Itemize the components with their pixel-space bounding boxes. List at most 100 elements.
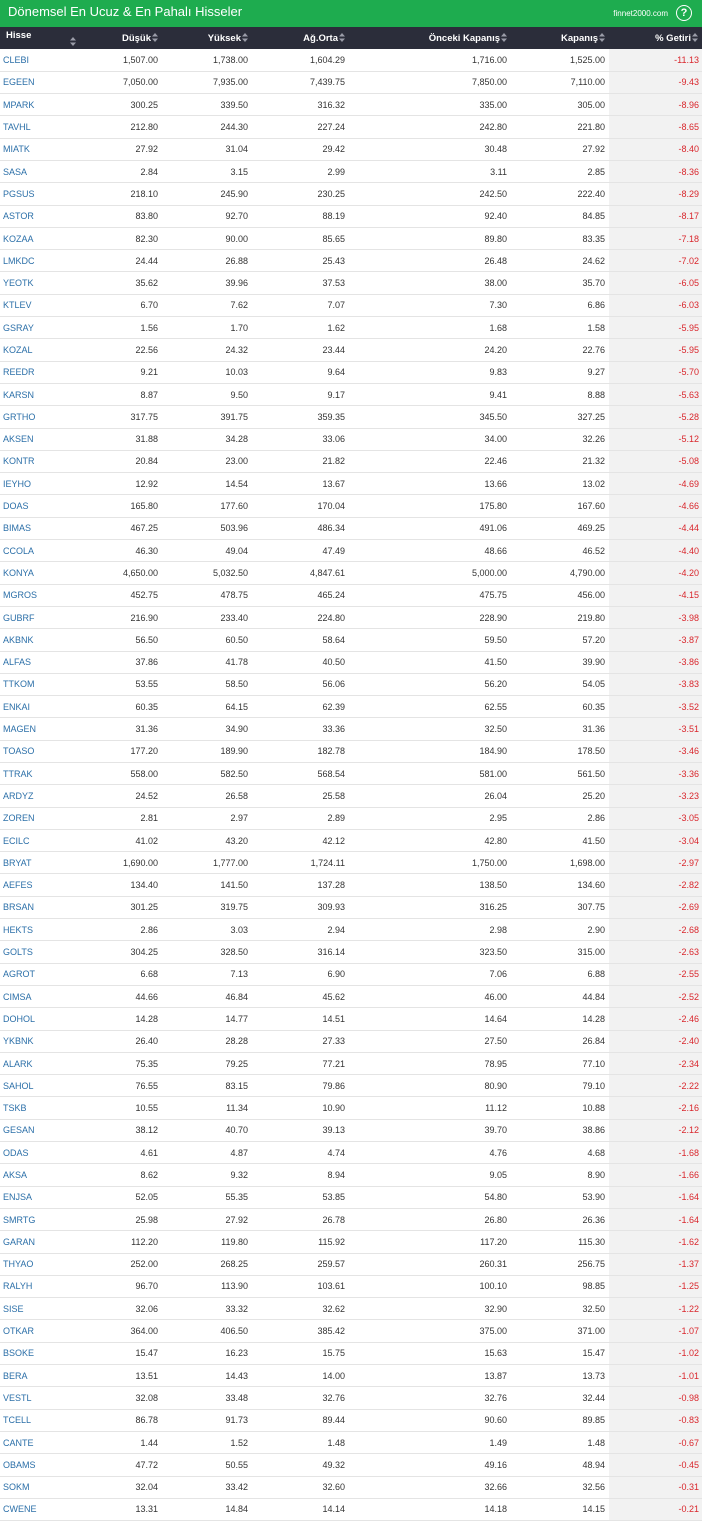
stock-symbol-link[interactable]: TOASO bbox=[0, 740, 82, 764]
value-cell: 300.25 bbox=[82, 93, 162, 117]
stock-symbol-link[interactable]: MGROS bbox=[0, 584, 82, 607]
stock-symbol-link[interactable]: AKSEN bbox=[0, 428, 82, 451]
stock-symbol-link[interactable]: GOLTS bbox=[0, 940, 82, 964]
column-header-1[interactable]: Düşük bbox=[82, 27, 162, 49]
stock-symbol-link[interactable]: BSOKE bbox=[0, 1342, 82, 1366]
stock-symbol-link[interactable]: PGSUS bbox=[0, 182, 82, 206]
stock-symbol-link[interactable]: GARAN bbox=[0, 1230, 82, 1254]
stock-symbol-link[interactable]: ECILC bbox=[0, 829, 82, 853]
stock-symbol-link[interactable]: ZOREN bbox=[0, 807, 82, 830]
stock-symbol-link[interactable]: IEYHO bbox=[0, 472, 82, 496]
stock-symbol-link[interactable]: SASA bbox=[0, 160, 82, 184]
stock-symbol-link[interactable]: ODAS bbox=[0, 1141, 82, 1165]
stock-symbol-link[interactable]: KTLEV bbox=[0, 294, 82, 318]
stock-symbol-link[interactable]: GUBRF bbox=[0, 606, 82, 630]
stock-symbol-link[interactable]: AEFES bbox=[0, 873, 82, 897]
stock-symbol-link[interactable]: ALARK bbox=[0, 1052, 82, 1076]
value-cell: 117.20 bbox=[349, 1230, 511, 1254]
stock-symbol-link[interactable]: LMKDC bbox=[0, 249, 82, 273]
stock-symbol-link[interactable]: CCOLA bbox=[0, 539, 82, 563]
value-cell: 47.72 bbox=[82, 1453, 162, 1477]
stock-symbol-link[interactable]: ARDYZ bbox=[0, 784, 82, 808]
value-cell: 14.15 bbox=[511, 1498, 609, 1522]
stock-symbol-link[interactable]: BRYAT bbox=[0, 851, 82, 875]
stock-symbol-link[interactable]: KONTR bbox=[0, 450, 82, 474]
sort-arrows-icon[interactable] bbox=[70, 37, 76, 46]
stock-symbol-link[interactable]: THYAO bbox=[0, 1253, 82, 1276]
stock-symbol-link[interactable]: SMRTG bbox=[0, 1208, 82, 1232]
stock-symbol-link[interactable]: ENJSA bbox=[0, 1186, 82, 1209]
stock-symbol-link[interactable]: TSKB bbox=[0, 1096, 82, 1120]
column-header-2[interactable]: Yüksek bbox=[162, 27, 252, 49]
stock-symbol-link[interactable]: MIATK bbox=[0, 138, 82, 161]
value-cell: 13.66 bbox=[349, 472, 511, 496]
sort-arrows-icon[interactable] bbox=[242, 33, 248, 43]
stock-symbol-link[interactable]: ALFAS bbox=[0, 651, 82, 674]
stock-symbol-link[interactable]: ENKAI bbox=[0, 695, 82, 719]
stock-symbol-link[interactable]: BRSAN bbox=[0, 896, 82, 920]
stock-symbol-link[interactable]: HEKTS bbox=[0, 918, 82, 942]
value-cell: 41.02 bbox=[82, 829, 162, 853]
stock-symbol-link[interactable]: ASTOR bbox=[0, 205, 82, 228]
sort-arrows-icon[interactable] bbox=[501, 33, 507, 43]
value-cell: 21.82 bbox=[252, 450, 349, 474]
stock-symbol-link[interactable]: TTRAK bbox=[0, 762, 82, 786]
return-cell: -3.52 bbox=[609, 695, 702, 719]
sort-arrows-icon[interactable] bbox=[692, 33, 698, 43]
value-cell: 1,777.00 bbox=[162, 851, 252, 875]
stock-symbol-link[interactable]: GRTHO bbox=[0, 405, 82, 429]
stock-symbol-link[interactable]: CWENE bbox=[0, 1498, 82, 1522]
stock-symbol-link[interactable]: CANTE bbox=[0, 1431, 82, 1455]
column-header-4[interactable]: Önceki Kapanış bbox=[349, 27, 511, 49]
value-cell: 53.55 bbox=[82, 673, 162, 697]
column-header-5[interactable]: Kapanış bbox=[511, 27, 609, 49]
help-icon[interactable]: ? bbox=[676, 5, 692, 21]
stock-symbol-link[interactable]: DOAS bbox=[0, 494, 82, 518]
stock-symbol-link[interactable]: SISE bbox=[0, 1297, 82, 1321]
value-cell: 568.54 bbox=[252, 762, 349, 786]
stock-symbol-link[interactable]: RALYH bbox=[0, 1275, 82, 1299]
sort-arrows-icon[interactable] bbox=[152, 33, 158, 43]
value-cell: 115.92 bbox=[252, 1230, 349, 1254]
stock-symbol-link[interactable]: MAGEN bbox=[0, 717, 82, 741]
stock-symbol-link[interactable]: YEOTK bbox=[0, 271, 82, 295]
stock-symbol-link[interactable]: EGEEN bbox=[0, 71, 82, 95]
sort-arrows-icon[interactable] bbox=[339, 33, 345, 43]
column-header-label: Yüksek bbox=[207, 32, 241, 44]
value-cell: 6.70 bbox=[82, 294, 162, 318]
stock-symbol-link[interactable]: KOZAA bbox=[0, 227, 82, 251]
stock-symbol-link[interactable]: CIMSA bbox=[0, 985, 82, 1009]
column-header-6[interactable]: % Getiri bbox=[609, 27, 702, 49]
stock-symbol-link[interactable]: AKBNK bbox=[0, 628, 82, 652]
stock-symbol-link[interactable]: KOZAL bbox=[0, 338, 82, 362]
stock-symbol-link[interactable]: DOHOL bbox=[0, 1007, 82, 1031]
column-header-3[interactable]: Ağ.Orta bbox=[252, 27, 349, 49]
value-cell: 230.25 bbox=[252, 182, 349, 206]
value-cell: 134.40 bbox=[82, 873, 162, 897]
stock-symbol-link[interactable]: KARSN bbox=[0, 383, 82, 407]
stock-symbol-link[interactable]: VESTL bbox=[0, 1386, 82, 1410]
stock-symbol-link[interactable]: AGROT bbox=[0, 963, 82, 986]
stock-symbol-link[interactable]: SOKM bbox=[0, 1476, 82, 1499]
stock-symbol-link[interactable]: CLEBI bbox=[0, 49, 82, 72]
stock-symbol-link[interactable]: AKSA bbox=[0, 1163, 82, 1187]
stock-symbol-link[interactable]: YKBNK bbox=[0, 1030, 82, 1053]
column-header-0[interactable]: Hisse bbox=[0, 27, 82, 49]
value-cell: 75.35 bbox=[82, 1052, 162, 1076]
stock-symbol-link[interactable]: TCELL bbox=[0, 1409, 82, 1432]
stock-symbol-link[interactable]: OBAMS bbox=[0, 1453, 82, 1477]
stock-symbol-link[interactable]: BIMAS bbox=[0, 517, 82, 541]
value-cell: 4.87 bbox=[162, 1141, 252, 1165]
stock-symbol-link[interactable]: TAVHL bbox=[0, 115, 82, 139]
stock-symbol-link[interactable]: SAHOL bbox=[0, 1074, 82, 1098]
stock-symbol-link[interactable]: OTKAR bbox=[0, 1319, 82, 1343]
stock-symbol-link[interactable]: TTKOM bbox=[0, 673, 82, 697]
sort-arrows-icon[interactable] bbox=[599, 33, 605, 43]
stock-symbol-link[interactable]: REEDR bbox=[0, 361, 82, 384]
stock-symbol-link[interactable]: KONYA bbox=[0, 561, 82, 585]
stock-symbol-link[interactable]: MPARK bbox=[0, 93, 82, 117]
value-cell: 228.90 bbox=[349, 606, 511, 630]
stock-symbol-link[interactable]: BERA bbox=[0, 1364, 82, 1388]
stock-symbol-link[interactable]: GESAN bbox=[0, 1119, 82, 1143]
stock-symbol-link[interactable]: GSRAY bbox=[0, 316, 82, 340]
